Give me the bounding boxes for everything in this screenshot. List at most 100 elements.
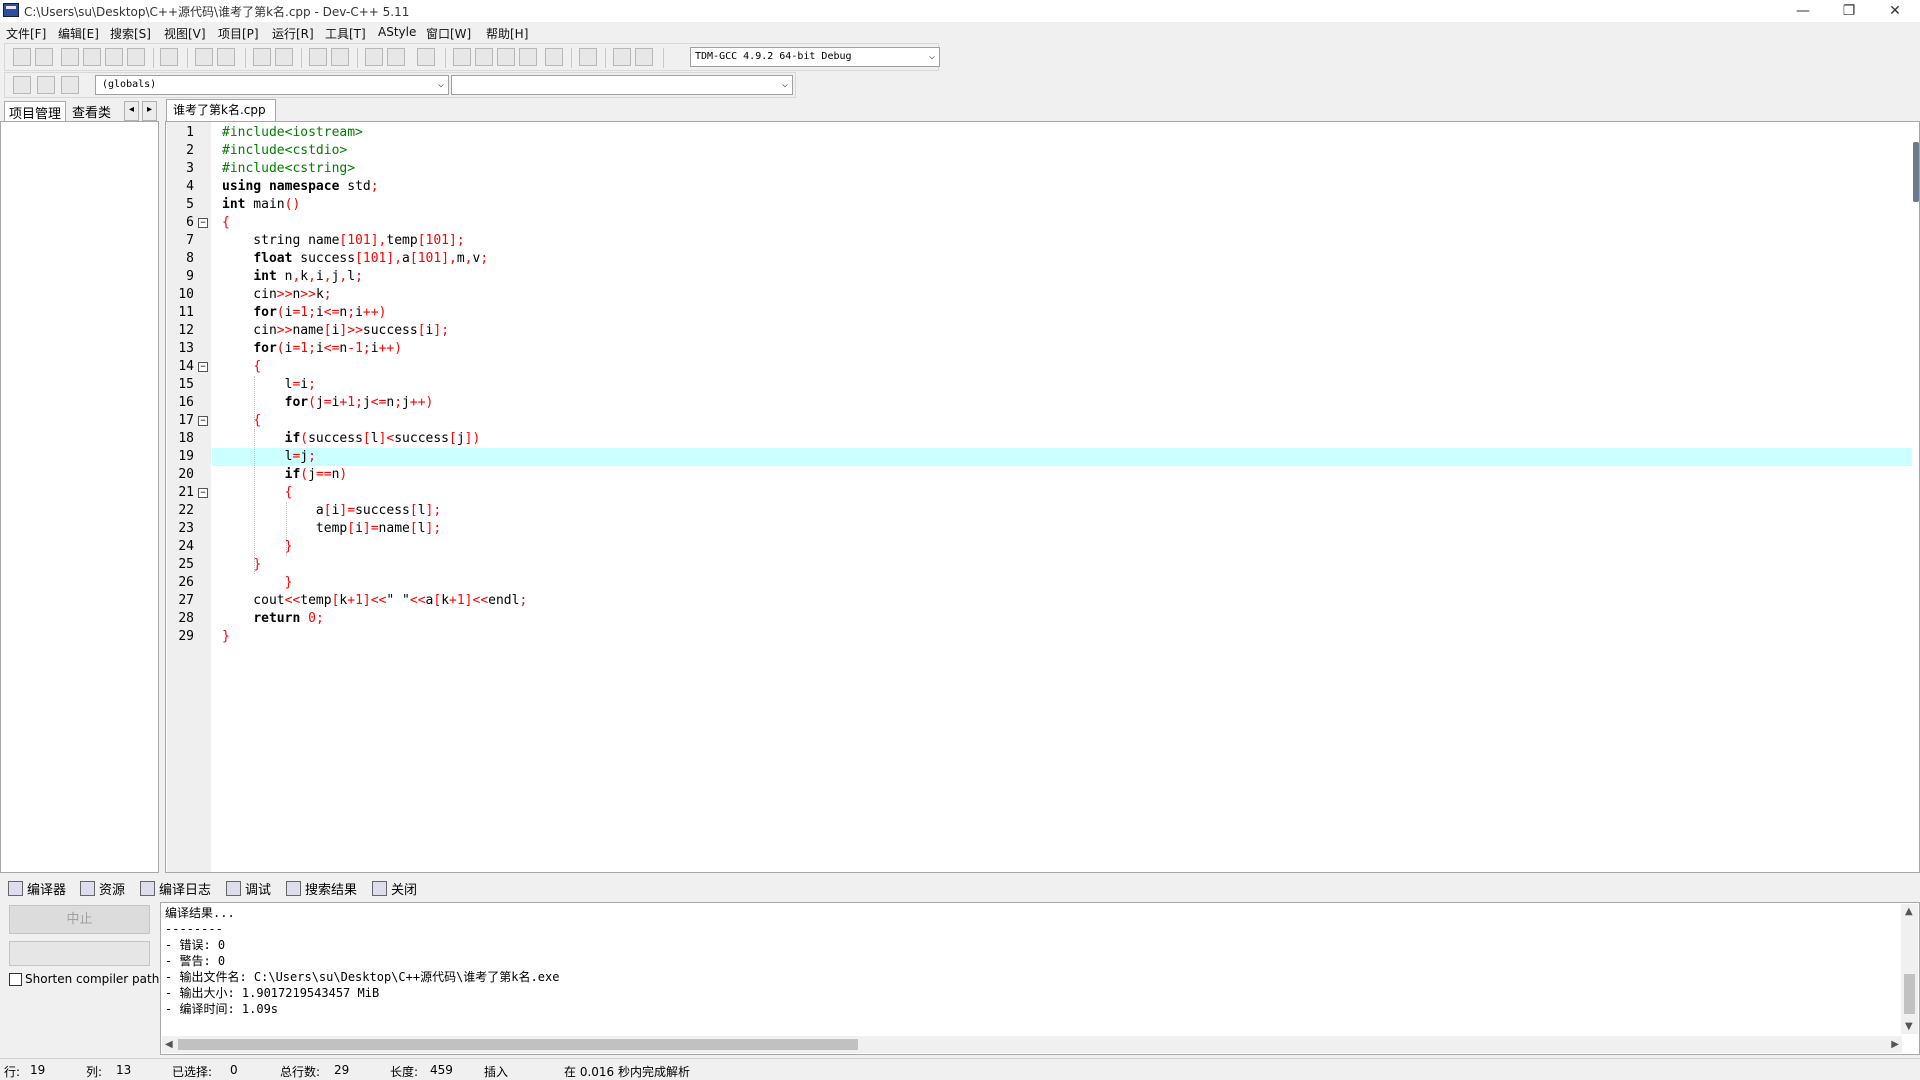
code-line[interactable]: 23 temp[i]=name[l];: [178, 520, 1912, 538]
code-line[interactable]: 7 string name[101],temp[101];: [186, 232, 1912, 250]
code-line[interactable]: 5 int main(): [186, 196, 1912, 214]
menu-window[interactable]: 窗口[W]: [426, 25, 471, 42]
save-all-icon[interactable]: [83, 48, 101, 66]
tab-resources[interactable]: 资源: [80, 879, 125, 898]
scope-select[interactable]: (globals) ⌵: [95, 75, 449, 95]
scroll-up-icon[interactable]: ▲: [1905, 906, 1913, 917]
find-icon[interactable]: [253, 48, 271, 66]
code-line[interactable]: 20 if(j==n): [178, 466, 1912, 484]
menu-tools[interactable]: 工具[T]: [325, 25, 366, 42]
tab-compile-log[interactable]: 编译日志: [140, 879, 211, 898]
compile-icon[interactable]: [453, 48, 471, 66]
stop-button[interactable]: 中止: [9, 905, 150, 934]
project-panel[interactable]: [0, 121, 159, 873]
log-vertical-thumb[interactable]: [1904, 974, 1915, 1014]
tab-compiler[interactable]: 编译器: [8, 879, 66, 898]
menu-file[interactable]: 文件[F]: [6, 25, 46, 42]
log-vertical-scrollbar[interactable]: ▲ ▼: [1901, 904, 1918, 1034]
code-area[interactable]: 1 #include<iostream> 2 #include<cstdio> 3 #in…: [178, 124, 1912, 646]
code-line[interactable]: 21− {: [178, 484, 1912, 502]
tab-scroll-right[interactable]: ▸: [142, 101, 158, 121]
compile-run-icon[interactable]: [497, 48, 515, 66]
shorten-paths-checkbox[interactable]: [9, 973, 22, 986]
project-options-icon[interactable]: [61, 76, 79, 94]
code-line[interactable]: 19 l=j;: [178, 448, 1912, 466]
menu-help[interactable]: 帮助[H]: [486, 25, 528, 42]
code-line[interactable]: 13 for(i=1;i<=n-1;i++): [178, 340, 1912, 358]
code-line[interactable]: 9 int n,k,i,j,l;: [186, 268, 1912, 286]
scroll-down-icon[interactable]: ▼: [1905, 1021, 1913, 1032]
menu-run[interactable]: 运行[R]: [272, 25, 314, 42]
code-line[interactable]: 25 }: [178, 556, 1912, 574]
close-file-icon[interactable]: [105, 48, 123, 66]
tab-project-manager[interactable]: 项目管理: [4, 101, 67, 122]
scroll-left-icon[interactable]: ◀: [165, 1039, 173, 1050]
close-window-button[interactable]: ✕: [1872, 0, 1918, 22]
save-icon[interactable]: [61, 48, 79, 66]
code-editor[interactable]: 1 #include<iostream> 2 #include<cstdio> 3 #in…: [165, 121, 1920, 873]
code-line[interactable]: 15 l=i;: [178, 376, 1912, 394]
rebuild-all-icon[interactable]: [519, 48, 537, 66]
compiler-select[interactable]: TDM-GCC 4.9.2 64-bit Debug ⌵: [690, 47, 940, 67]
code-line[interactable]: 18 if(success[l]<success[j]): [178, 430, 1912, 448]
code-line[interactable]: 27 cout<<temp[k+1]<<" "<<a[k+1]<<endl;: [178, 592, 1912, 610]
fold-toggle-icon[interactable]: −: [198, 416, 208, 426]
code-line[interactable]: 1 #include<iostream>: [186, 124, 1912, 142]
syntax-check-icon[interactable]: [545, 48, 563, 66]
compile-log-panel[interactable]: 编译结果... -------- - 错误: 0 - 警告: 0 - 输出文件名…: [160, 902, 1920, 1055]
bookmark-icon[interactable]: [417, 48, 435, 66]
menu-edit[interactable]: 编辑[E]: [58, 25, 99, 42]
code-line[interactable]: 26 }: [178, 574, 1912, 592]
tab-class-browser[interactable]: 查看类: [68, 101, 115, 121]
stop-execution-icon[interactable]: [579, 48, 597, 66]
code-line[interactable]: 29}: [178, 628, 1912, 646]
code-line[interactable]: 14− {: [178, 358, 1912, 376]
code-line[interactable]: 16 for(j=i+1;j<=n;j++): [178, 394, 1912, 412]
scroll-right-icon[interactable]: ▶: [1891, 1039, 1899, 1050]
goto-forward-icon[interactable]: [387, 48, 405, 66]
add-to-project-icon[interactable]: [37, 76, 55, 94]
fold-toggle-icon[interactable]: −: [198, 362, 208, 372]
new-file-icon[interactable]: [13, 48, 31, 66]
code-line[interactable]: 10 cin>>n>>k;: [178, 286, 1912, 304]
code-line[interactable]: 17− {: [178, 412, 1912, 430]
profile-chart-icon[interactable]: [613, 48, 631, 66]
redo-icon[interactable]: [217, 48, 235, 66]
code-line[interactable]: 11 for(i=1;i<=n;i++): [178, 304, 1912, 322]
code-line[interactable]: 2 #include<cstdio>: [186, 142, 1912, 160]
indent-icon[interactable]: [309, 48, 327, 66]
tab-search-results[interactable]: 搜索结果: [286, 879, 357, 898]
restore-button[interactable]: ❐: [1826, 0, 1872, 22]
code-line[interactable]: 8 float success[101],a[101],m,v;: [186, 250, 1912, 268]
menu-project[interactable]: 项目[P]: [218, 25, 259, 42]
menu-astyle[interactable]: AStyle: [378, 25, 416, 39]
code-line[interactable]: 6− {: [186, 214, 1912, 232]
open-file-icon[interactable]: [35, 48, 53, 66]
menu-search[interactable]: 搜索[S]: [110, 25, 151, 42]
tab-close[interactable]: 关闭: [372, 879, 417, 898]
menu-view[interactable]: 视图[V]: [164, 25, 206, 42]
code-line[interactable]: 28 return 0;: [178, 610, 1912, 628]
code-line[interactable]: 3 #include<cstring>: [186, 160, 1912, 178]
close-all-icon[interactable]: [127, 48, 145, 66]
log-horizontal-scrollbar[interactable]: ◀ ▶: [162, 1036, 1902, 1053]
goto-back-icon[interactable]: [365, 48, 383, 66]
replace-icon[interactable]: [275, 48, 293, 66]
tab-scroll-left[interactable]: ◂: [124, 101, 140, 121]
fold-toggle-icon[interactable]: −: [198, 488, 208, 498]
debug-icon[interactable]: [635, 48, 653, 66]
member-select[interactable]: ⌵: [451, 75, 793, 95]
tab-debug[interactable]: 调试: [226, 879, 271, 898]
run-icon[interactable]: [475, 48, 493, 66]
code-line[interactable]: 4 using namespace std;: [186, 178, 1912, 196]
minimize-button[interactable]: —: [1780, 0, 1826, 22]
fold-toggle-icon[interactable]: −: [198, 218, 208, 228]
code-line[interactable]: 12 cin>>name[i]>>success[i];: [178, 322, 1912, 340]
log-horizontal-thumb[interactable]: [178, 1039, 858, 1050]
undo-icon[interactable]: [195, 48, 213, 66]
code-line[interactable]: 24 }: [178, 538, 1912, 556]
print-icon[interactable]: [160, 48, 178, 66]
new-project-icon[interactable]: [13, 76, 31, 94]
unindent-icon[interactable]: [331, 48, 349, 66]
code-line[interactable]: 22 a[i]=success[l];: [178, 502, 1912, 520]
